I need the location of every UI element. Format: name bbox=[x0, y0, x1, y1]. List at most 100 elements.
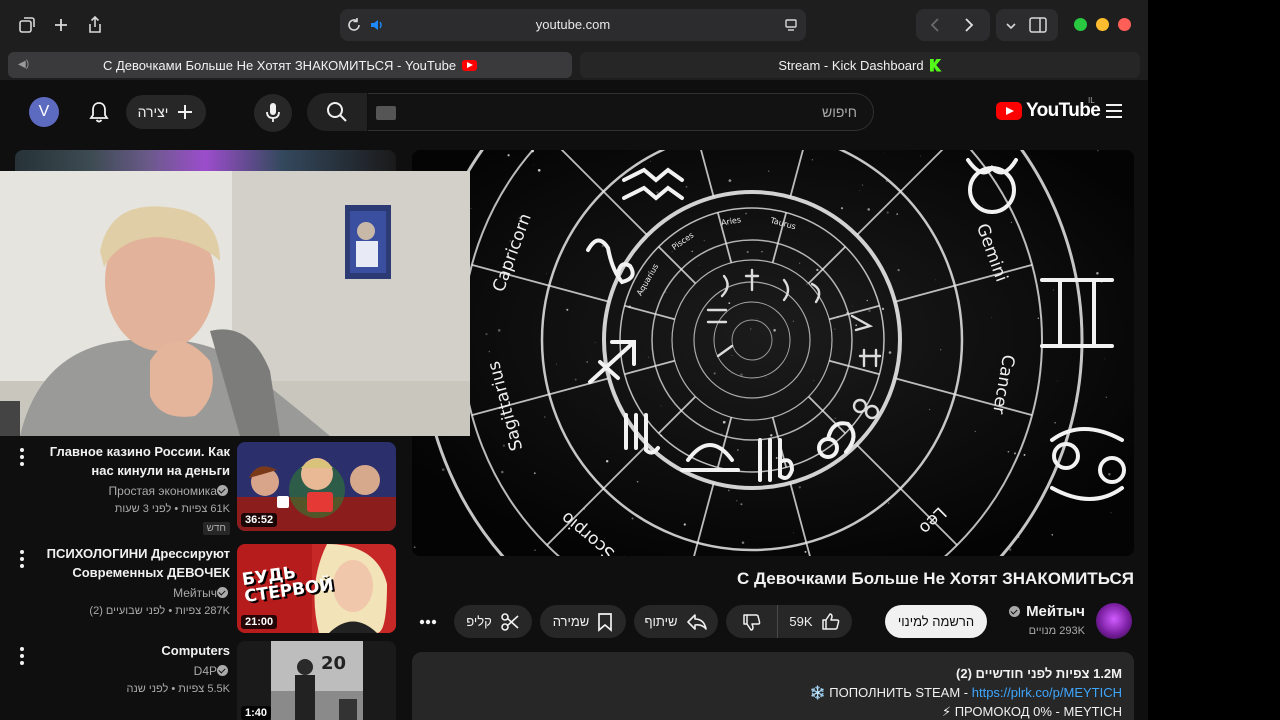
chevron-down-icon[interactable] bbox=[1005, 19, 1017, 37]
new-tab-icon[interactable] bbox=[48, 12, 74, 38]
url-text: youtube.com bbox=[535, 17, 611, 32]
list-item[interactable]: Главное казино России. Как нас кинули на… bbox=[15, 442, 396, 538]
screen-margin bbox=[1148, 0, 1280, 720]
minimize-button[interactable] bbox=[1096, 18, 1109, 31]
recommendation-title[interactable]: Главное казино России. Как нас кинули на… bbox=[35, 442, 230, 480]
like-button[interactable]: 59K bbox=[778, 605, 852, 638]
tab-overview-icon[interactable] bbox=[14, 12, 40, 38]
star-dot bbox=[881, 307, 885, 311]
star-dot bbox=[656, 191, 659, 194]
search-icon bbox=[327, 102, 347, 122]
description-link[interactable]: https://plrk.co/p/MEYTICH bbox=[972, 685, 1122, 700]
share-button[interactable]: שיתוף bbox=[634, 605, 718, 638]
recommendation-title[interactable]: Computers bbox=[35, 641, 230, 660]
recommendation-channel[interactable]: Простая экономика bbox=[35, 482, 230, 500]
more-options-icon[interactable] bbox=[19, 550, 25, 568]
star-dot bbox=[698, 264, 700, 266]
channel-avatar[interactable] bbox=[1096, 603, 1132, 639]
star-dot bbox=[859, 190, 860, 191]
avatar-letter: V bbox=[38, 103, 50, 120]
star-dot bbox=[586, 360, 589, 363]
duration-badge: 36:52 bbox=[241, 513, 278, 527]
thumbnail-number: 20 bbox=[321, 653, 347, 674]
star-dot bbox=[761, 251, 763, 253]
address-bar[interactable]: youtube.com bbox=[340, 9, 806, 41]
star-dot bbox=[792, 320, 794, 322]
country-code: IL bbox=[1088, 96, 1095, 105]
youtube-logo[interactable]: YouTube IL bbox=[996, 96, 1101, 122]
avatar[interactable]: V bbox=[29, 97, 59, 127]
star-dot bbox=[485, 332, 488, 336]
channel-label: Мейтыч bbox=[173, 586, 217, 600]
star-dot bbox=[470, 207, 472, 209]
star-dot bbox=[544, 416, 546, 418]
channel-name-label: Мейтыч bbox=[1026, 603, 1085, 620]
sidebar-toggle-icon[interactable] bbox=[1029, 17, 1047, 38]
star-dot bbox=[1054, 422, 1056, 424]
share-icon[interactable] bbox=[82, 12, 108, 38]
recommendation-thumbnail[interactable]: БУДЬ СТЕРВОЙ 21:00 bbox=[237, 544, 396, 633]
star-dot bbox=[884, 152, 885, 154]
clip-label: קליפ bbox=[466, 614, 492, 629]
star-dot bbox=[1052, 289, 1054, 291]
list-item[interactable]: Computers D4P 5.5K צפיות • לפני שנה 20 1… bbox=[15, 641, 396, 720]
keyboard-icon[interactable] bbox=[376, 106, 396, 120]
channel-label: Простая экономика bbox=[108, 484, 217, 498]
voice-search-button[interactable] bbox=[254, 94, 292, 132]
save-button[interactable]: שמירה bbox=[540, 605, 626, 638]
video-player[interactable]: CapricornSagittariusScorpioLibraVirgoLeo… bbox=[412, 150, 1134, 556]
tab-youtube[interactable]: ◀︎) С Девочками Больше Не Хотят ЗНАКОМИТ… bbox=[8, 52, 572, 78]
description-line: ❄️ ПОПОЛНИТЬ STEAM - https://plrk.co/p/M… bbox=[809, 685, 1122, 701]
star-dot bbox=[940, 349, 942, 351]
search-placeholder: חיפוש bbox=[822, 104, 857, 120]
recommendation-thumbnail[interactable]: 36:52 bbox=[237, 442, 396, 531]
star-dot bbox=[1007, 450, 1010, 453]
close-button[interactable] bbox=[1118, 18, 1131, 31]
recommendation-title[interactable]: ПСИХОЛОГИНИ Дрессируют Современных ДЕВОЧ… bbox=[35, 544, 230, 582]
create-button[interactable]: יצירה bbox=[126, 95, 206, 129]
channel-name[interactable]: Мейтыч bbox=[980, 603, 1085, 620]
star-dot bbox=[897, 268, 900, 272]
view-stats: 1.2M צפיות לפני חודשיים (2) bbox=[955, 666, 1122, 681]
star-dot bbox=[792, 532, 794, 534]
reader-icon[interactable] bbox=[784, 18, 798, 37]
back-icon[interactable] bbox=[928, 17, 942, 38]
description-box[interactable]: 1.2M צפיות לפני חודשיים (2) ❄️ ПОПОЛНИТЬ… bbox=[412, 652, 1134, 720]
star-dot bbox=[1013, 452, 1017, 455]
more-options-icon[interactable] bbox=[19, 647, 25, 665]
recommendation-thumbnail[interactable] bbox=[15, 150, 396, 172]
star-dot bbox=[888, 351, 892, 354]
scissors-icon bbox=[500, 612, 519, 631]
star-dot bbox=[1037, 317, 1040, 319]
more-actions-button[interactable] bbox=[412, 605, 444, 638]
notifications-bell-icon[interactable] bbox=[86, 99, 112, 125]
star-dot bbox=[840, 207, 844, 210]
hamburger-menu-icon[interactable] bbox=[1105, 103, 1123, 119]
speaker-icon[interactable]: ◀︎) bbox=[18, 59, 29, 70]
star-dot bbox=[804, 550, 807, 553]
star-dot bbox=[806, 283, 808, 285]
maximize-button[interactable] bbox=[1074, 18, 1087, 31]
star-dot bbox=[816, 268, 819, 272]
recommendation-meta: 61K צפיות • לפני 3 שעות bbox=[114, 503, 230, 515]
recommendation-channel[interactable]: Мейтыч bbox=[35, 584, 230, 602]
recommendation-thumbnail[interactable]: 20 1:40 bbox=[237, 641, 396, 720]
search-input[interactable]: חיפוש bbox=[368, 93, 874, 131]
star-dot bbox=[507, 154, 510, 157]
star-dot bbox=[650, 160, 652, 162]
list-item[interactable]: ПСИХОЛОГИНИ Дрессируют Современных ДЕВОЧ… bbox=[15, 544, 396, 634]
search-button[interactable] bbox=[307, 93, 367, 131]
clip-button[interactable]: קליפ bbox=[454, 605, 532, 638]
dislike-button[interactable] bbox=[726, 605, 778, 638]
star-dot bbox=[728, 179, 732, 182]
star-dot bbox=[740, 373, 743, 376]
forward-icon[interactable] bbox=[962, 17, 976, 38]
recommendation-channel[interactable]: D4P bbox=[35, 662, 230, 680]
tab-kick[interactable]: Stream - Kick Dashboard bbox=[580, 52, 1140, 78]
star-dot bbox=[982, 205, 984, 206]
subscribe-button[interactable]: הרשמה למינוי bbox=[885, 605, 987, 638]
star-dot bbox=[501, 470, 504, 474]
more-options-icon[interactable] bbox=[19, 448, 25, 466]
save-label: שמירה bbox=[552, 614, 590, 629]
star-dot bbox=[534, 549, 536, 551]
